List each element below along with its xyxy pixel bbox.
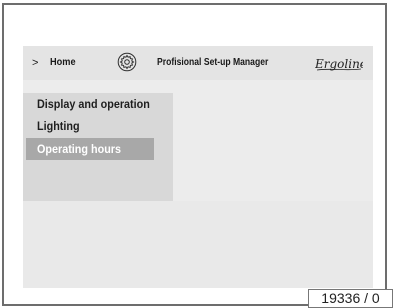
main-menu: Display and operation Lighting Operating… xyxy=(23,93,173,201)
menu-item-label: Operating hours xyxy=(37,142,122,156)
menu-item-display-and-operation[interactable]: Display and operation xyxy=(23,93,173,115)
control-panel-screen: > Home Profisional Set-up Manager Ergoli… xyxy=(23,46,373,288)
brand-logo: Ergoline xyxy=(315,57,363,71)
menu-item-lighting[interactable]: Lighting xyxy=(23,115,173,137)
svg-text:Ergoline: Ergoline xyxy=(315,57,363,71)
figure-number: 19336 / 0 xyxy=(308,289,393,308)
breadcrumb-home-link[interactable]: Home xyxy=(50,57,76,69)
page-title: Profisional Set-up Manager xyxy=(157,57,269,68)
breadcrumb-arrow-icon: > xyxy=(32,57,39,69)
empty-content-area xyxy=(23,201,373,288)
menu-item-label: Display and operation xyxy=(37,97,150,111)
menu-item-operating-hours[interactable]: Operating hours xyxy=(26,138,154,160)
menu-item-label: Lighting xyxy=(37,119,80,133)
gear-icon[interactable] xyxy=(117,52,137,72)
header-bar: > Home Profisional Set-up Manager Ergoli… xyxy=(23,46,373,80)
